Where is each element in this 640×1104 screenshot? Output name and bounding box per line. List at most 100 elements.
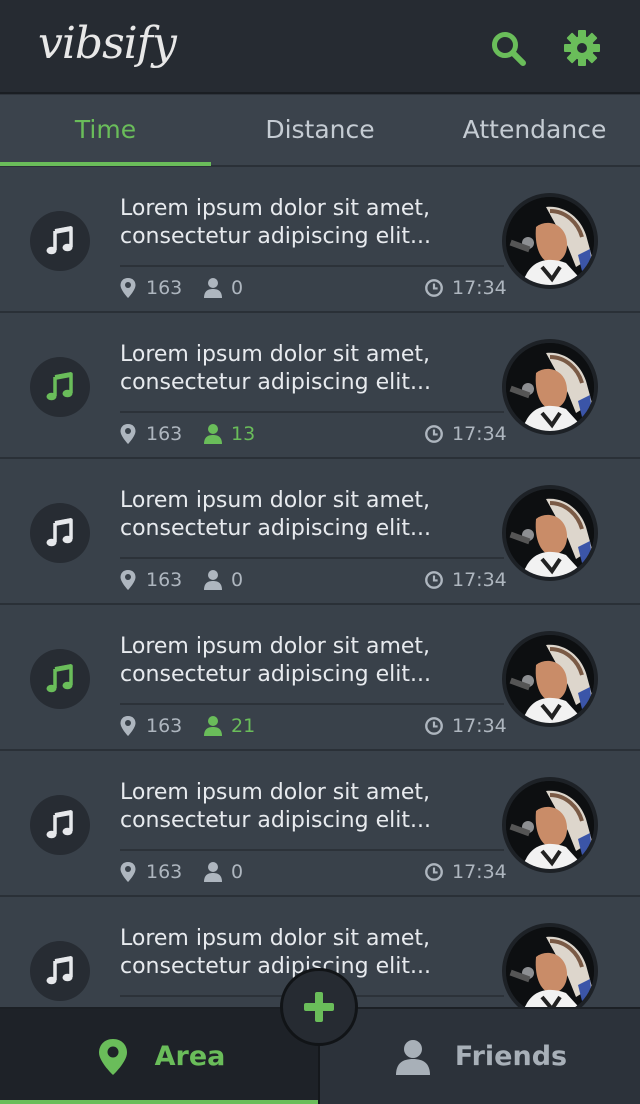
add-event-button[interactable] [280, 968, 358, 1046]
active-nav-indicator [0, 1100, 318, 1104]
event-title: Lorem ipsum dolor sit amet, consectetur a… [120, 487, 480, 543]
tab-distance[interactable]: Distance [211, 95, 429, 165]
attendance-count: 0 [203, 859, 243, 885]
music-note-icon [46, 809, 73, 839]
search-button[interactable] [488, 28, 528, 68]
time-value: 17:34 [452, 861, 507, 883]
event-row[interactable]: Lorem ipsum dolor sit amet, consectetur a… [0, 313, 640, 459]
artist-avatar-image [506, 197, 594, 285]
time-value: 17:34 [452, 277, 507, 299]
music-note-icon [46, 955, 73, 985]
clock-icon [425, 863, 443, 881]
music-note-badge [30, 357, 90, 417]
artist-avatar-image [506, 781, 594, 869]
map-pin-icon [120, 862, 136, 882]
app-header: vibsify [0, 0, 640, 94]
event-list[interactable]: Lorem ipsum dolor sit amet, consectetur a… [0, 167, 640, 1007]
attendance-value: 21 [231, 715, 256, 737]
artist-avatar[interactable] [502, 777, 598, 873]
location-value: 163 [146, 569, 183, 591]
music-note-badge [30, 649, 90, 709]
map-pin-icon [120, 570, 136, 590]
music-note-icon [46, 517, 73, 547]
event-time: 17:34 [424, 567, 507, 593]
clock-icon [425, 425, 443, 443]
location-count: 163 [118, 713, 182, 739]
event-title-line-1: Lorem ipsum dolor sit amet, [120, 926, 431, 951]
music-note-icon [46, 663, 73, 693]
nav-area[interactable]: Area [0, 1009, 318, 1104]
clock-icon [425, 571, 443, 589]
row-divider [120, 265, 504, 267]
event-title: Lorem ipsum dolor sit amet, consectetur a… [120, 195, 480, 251]
person-icon [204, 570, 222, 590]
attendance-value: 0 [231, 861, 244, 883]
event-title-line-2: consectetur adipiscing elit... [120, 370, 431, 395]
time-value: 17:34 [452, 569, 507, 591]
event-title-line-1: Lorem ipsum dolor sit amet, [120, 780, 431, 805]
location-count: 163 [118, 567, 182, 593]
location-count: 163 [118, 275, 182, 301]
map-pin-icon [98, 1038, 127, 1075]
music-note-badge [30, 211, 90, 271]
attendance-value: 0 [231, 569, 244, 591]
event-row[interactable]: Lorem ipsum dolor sit amet, consectetur a… [0, 459, 640, 605]
event-row[interactable]: Lorem ipsum dolor sit amet, consectetur a… [0, 605, 640, 751]
tab-time[interactable]: Time [0, 95, 211, 165]
event-title-line-1: Lorem ipsum dolor sit amet, [120, 196, 431, 221]
attendance-count: 0 [203, 567, 243, 593]
location-value: 163 [146, 423, 183, 445]
music-note-badge [30, 795, 90, 855]
event-title: Lorem ipsum dolor sit amet, consectetur a… [120, 341, 480, 397]
nav-area-label: Area [154, 1041, 226, 1072]
event-title: Lorem ipsum dolor sit amet, consectetur a… [120, 779, 480, 835]
person-icon [204, 716, 222, 736]
event-time: 17:34 [424, 713, 507, 739]
event-title-line-2: consectetur adipiscing elit... [120, 662, 431, 687]
attendance-value: 13 [231, 423, 256, 445]
artist-avatar-image [506, 489, 594, 577]
row-divider [120, 849, 504, 851]
artist-avatar-image [506, 343, 594, 431]
music-note-icon [46, 225, 73, 255]
row-divider [120, 703, 504, 705]
location-count: 163 [118, 421, 182, 447]
event-title-line-2: consectetur adipiscing elit... [120, 808, 431, 833]
app-logo: vibsify [38, 18, 177, 69]
person-icon [204, 278, 222, 298]
settings-button[interactable] [562, 28, 602, 68]
event-title-line-2: consectetur adipiscing elit... [120, 224, 431, 249]
tab-attendance[interactable]: Attendance [429, 95, 640, 165]
event-time: 17:34 [424, 275, 507, 301]
event-time: 17:34 [424, 859, 507, 885]
search-icon [492, 32, 526, 66]
nav-friends[interactable]: Friends [320, 1009, 640, 1104]
location-value: 163 [146, 861, 183, 883]
map-pin-icon [120, 278, 136, 298]
artist-avatar[interactable] [502, 339, 598, 435]
event-row[interactable]: Lorem ipsum dolor sit amet, consectetur a… [0, 751, 640, 897]
artist-avatar[interactable] [502, 193, 598, 289]
artist-avatar[interactable] [502, 923, 598, 1007]
event-row[interactable]: Lorem ipsum dolor sit amet, consectetur a… [0, 167, 640, 313]
person-icon [204, 424, 222, 444]
artist-avatar[interactable] [502, 485, 598, 581]
attendance-count: 13 [203, 421, 255, 447]
attendance-value: 0 [231, 277, 244, 299]
location-count: 163 [118, 859, 182, 885]
map-pin-icon [120, 424, 136, 444]
event-title-line-2: consectetur adipiscing elit... [120, 516, 431, 541]
location-value: 163 [146, 277, 183, 299]
clock-icon [425, 279, 443, 297]
attendance-count: 0 [203, 275, 243, 301]
music-note-badge [30, 941, 90, 1001]
event-title-line-1: Lorem ipsum dolor sit amet, [120, 488, 431, 513]
gear-icon [564, 30, 600, 66]
artist-avatar-image [506, 635, 594, 723]
attendance-count: 21 [203, 713, 255, 739]
artist-avatar-image [506, 927, 594, 1007]
artist-avatar[interactable] [502, 631, 598, 727]
row-divider [120, 411, 504, 413]
map-pin-icon [120, 716, 136, 736]
event-time: 17:34 [424, 421, 507, 447]
